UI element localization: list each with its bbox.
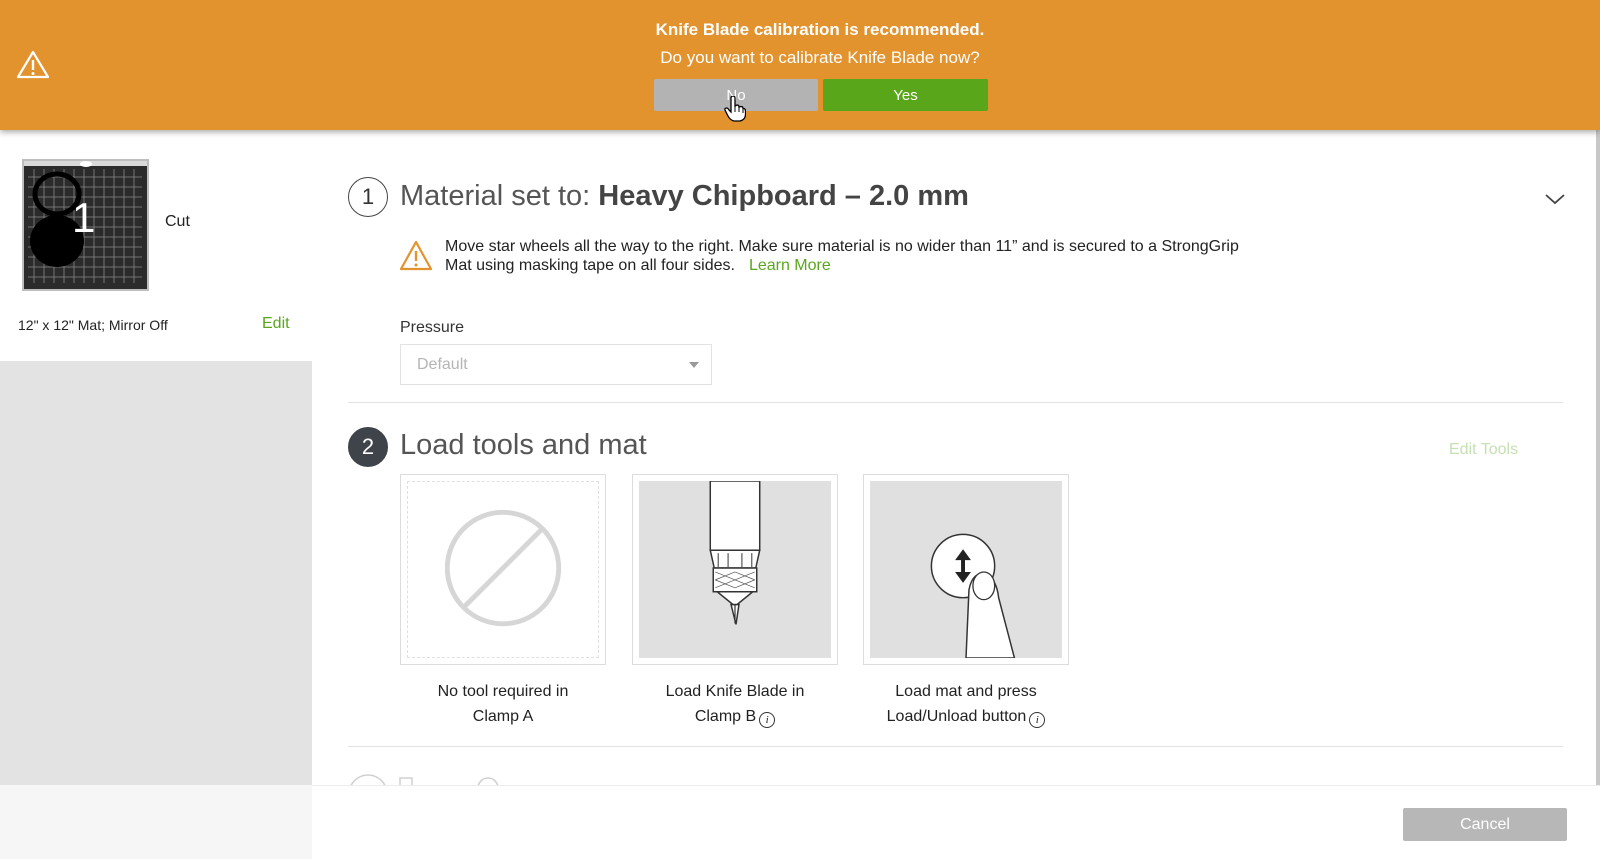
caption-load-mat: Load mat and press Load/Unload button i	[861, 679, 1071, 729]
caption-line: Clamp A	[472, 708, 534, 725]
caption-line: Load mat and press	[895, 683, 1037, 700]
info-icon[interactable]: i	[759, 712, 776, 728]
learn-more-link[interactable]: Learn More	[749, 257, 831, 274]
warning-icon	[399, 240, 433, 272]
caption-line: Clamp Bi	[630, 704, 840, 729]
step-1-title: Material set to: Heavy Chipboard – 2.0 m…	[400, 180, 969, 213]
footer-left	[0, 785, 312, 859]
caption-text: Clamp B	[694, 708, 757, 725]
info-icon[interactable]: i	[1029, 712, 1046, 728]
caption-line: No tool required in	[437, 683, 569, 700]
step-2-title: Load tools and mat	[400, 429, 647, 461]
calibration-banner: Knife Blade calibration is recommended. …	[0, 0, 1600, 130]
mat-cut-label: Cut	[165, 213, 190, 230]
material-prefix: Material set to:	[400, 180, 599, 212]
step-1-number: 1	[348, 177, 388, 217]
instruction-text: Move star wheels all the way to the righ…	[445, 238, 1239, 274]
divider	[348, 746, 1563, 747]
material-name: Heavy Chipboard – 2.0 mm	[598, 180, 969, 212]
yes-button[interactable]: Yes	[823, 79, 988, 111]
banner-title: Knife Blade calibration is recommended.	[655, 20, 985, 39]
sidebar-empty-area	[0, 361, 312, 785]
dropdown-caret-icon	[689, 362, 699, 368]
tool-card-load-mat	[863, 474, 1069, 665]
chevron-down-icon[interactable]	[1543, 191, 1567, 207]
no-tool-icon	[407, 481, 599, 658]
caption-clamp-a: No tool required in Clamp A	[398, 679, 608, 729]
mat-edit-link[interactable]: Edit	[262, 315, 290, 333]
hand-cursor-icon	[724, 95, 747, 122]
step-2-number: 2	[348, 427, 388, 467]
mat-info-text: 12" x 12" Mat; Mirror Off	[18, 317, 168, 333]
tool-card-clamp-b	[632, 474, 838, 665]
caption-line: Load Knife Blade in	[665, 683, 805, 700]
material-instruction: Move star wheels all the way to the righ…	[445, 237, 1265, 275]
load-unload-icon	[870, 481, 1062, 658]
pressure-select[interactable]: Default	[400, 344, 712, 385]
step-3-header-partial	[348, 772, 568, 786]
caption-text: Load/Unload button	[886, 708, 1027, 725]
mat-thumbnail[interactable]: 1	[22, 159, 149, 291]
cut-settings-page: 1 Cut 12" x 12" Mat; Mirror Off Edit 1 M…	[0, 0, 1600, 859]
tool-card-clamp-a	[400, 474, 606, 665]
pressure-value: Default	[417, 356, 468, 373]
caption-line: Load/Unload button i	[861, 704, 1071, 729]
banner-question: Do you want to calibrate Knife Blade now…	[660, 48, 980, 67]
cancel-button[interactable]: Cancel	[1403, 808, 1567, 841]
mat-number: 1	[72, 194, 96, 241]
scrollbar[interactable]	[1596, 130, 1600, 785]
edit-tools-link[interactable]: Edit Tools	[1449, 441, 1518, 459]
pressure-label: Pressure	[400, 319, 465, 336]
divider	[348, 402, 1563, 403]
caption-clamp-b: Load Knife Blade in Clamp Bi	[630, 679, 840, 729]
knife-blade-icon	[639, 481, 831, 658]
